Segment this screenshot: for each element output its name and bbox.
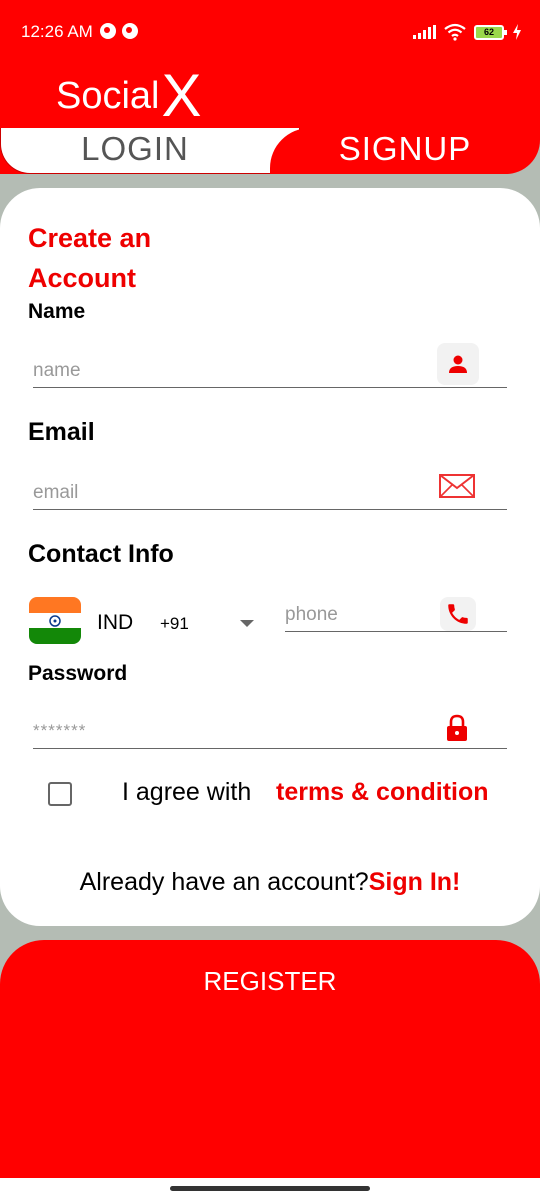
email-label: Email [28,418,95,446]
wifi-icon [444,23,466,41]
email-field[interactable]: email [33,466,507,510]
password-label: Password [28,662,128,685]
logo-text: Social [56,75,160,117]
status-icons: 62 [413,20,522,44]
battery-icon: 62 [474,24,507,40]
already-text: Already have an account? [79,868,369,896]
india-flag-icon[interactable] [29,597,81,644]
notification-icon [100,23,116,39]
name-field[interactable]: name [33,344,507,388]
signal-icon [413,25,436,39]
terms-checkbox[interactable] [48,782,72,806]
password-value: ******* [33,721,87,740]
tab-login-label[interactable]: LOGIN [0,130,270,168]
home-indicator[interactable] [170,1186,370,1191]
already-account-row: Already have an account?Sign In! [0,868,540,897]
name-placeholder: name [33,360,81,381]
status-time: 12:26 AM [21,22,93,41]
tab-signup-label[interactable]: SIGNUP [300,130,510,168]
chevron-down-icon[interactable] [240,620,254,627]
dial-code[interactable]: +91 [160,614,189,634]
agree-text: I agree with [122,778,252,806]
phone-placeholder: phone [285,604,338,625]
register-button[interactable]: REGISTER [0,966,540,997]
email-placeholder: email [33,482,79,503]
form-title: Create an Account [28,223,152,293]
country-code-label[interactable]: IND [97,611,133,635]
terms-link[interactable]: terms & condition [276,778,489,807]
name-label: Name [28,300,86,323]
logo-x: X [161,62,202,129]
password-field[interactable]: ******* [33,705,507,749]
notification-icon [122,23,138,39]
contact-label: Contact Info [28,540,174,568]
charging-icon [513,24,521,40]
person-icon [437,343,479,385]
signin-link[interactable]: Sign In! [369,868,461,896]
envelope-icon [438,472,476,507]
status-bar: 12:26 AM 62 [0,0,540,64]
app-logo: Social X [56,62,202,126]
phone-icon [440,597,476,631]
lock-icon [446,714,468,747]
